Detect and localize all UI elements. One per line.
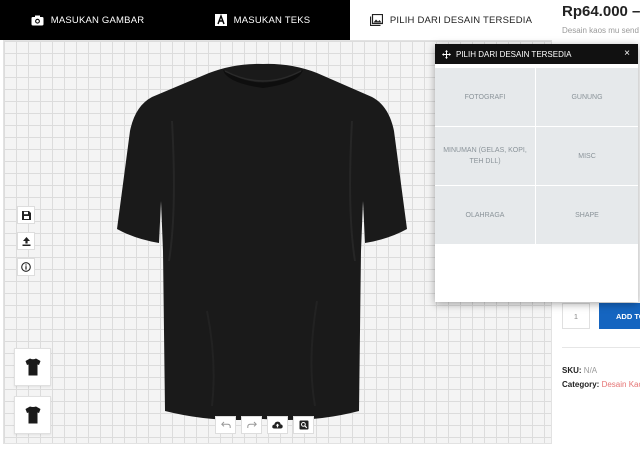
cloud-save-button[interactable] <box>267 416 288 434</box>
category-fotografi[interactable]: FOTOGRAFI <box>435 68 535 126</box>
undo-button[interactable] <box>215 416 236 434</box>
design-picker-popup: PILIH DARI DESAIN TERSEDIA × FOTOGRAFI G… <box>435 44 638 302</box>
tab-pilih-desain[interactable]: PILIH DARI DESAIN TERSEDIA <box>350 0 552 40</box>
designer-tab-bar: MASUKAN GAMBAR MASUKAN TEKS PILIH DARI D… <box>0 0 552 40</box>
category-label: Category: <box>562 380 600 389</box>
design-category-grid: FOTOGRAFI GUNUNG MINUMAN (GELAS, KOPI, T… <box>435 68 638 244</box>
image-gallery-icon <box>369 14 383 26</box>
zoom-icon <box>299 420 309 430</box>
zoom-button[interactable] <box>293 416 314 434</box>
category-misc[interactable]: MISC <box>536 127 638 185</box>
category-gunung[interactable]: GUNUNG <box>536 68 638 126</box>
category-minuman[interactable]: MINUMAN (GELAS, KOPI, TEH DLL) <box>435 127 535 185</box>
info-button[interactable] <box>17 258 35 276</box>
tab-label: MASUKAN GAMBAR <box>50 14 145 26</box>
close-icon[interactable]: × <box>624 48 630 59</box>
tab-masukan-teks[interactable]: MASUKAN TEKS <box>175 0 350 40</box>
category-link[interactable]: Desain Kao <box>602 380 640 389</box>
tshirt-back-icon <box>25 406 40 424</box>
sku-row: SKU: N/A <box>562 366 597 375</box>
tab-masukan-gambar[interactable]: MASUKAN GAMBAR <box>0 0 175 40</box>
camera-icon <box>31 15 44 26</box>
redo-button[interactable] <box>241 416 262 434</box>
tshirt-mockup[interactable] <box>117 61 407 433</box>
redo-icon <box>246 421 257 429</box>
move-icon[interactable] <box>442 49 451 59</box>
product-price: Rp64.000 – <box>562 3 640 20</box>
text-icon <box>214 14 227 26</box>
add-to-cart-button[interactable]: ADD TO <box>599 303 640 329</box>
quantity-input[interactable]: 1 <box>562 303 590 329</box>
tab-label: PILIH DARI DESAIN TERSEDIA <box>389 14 533 26</box>
save-design-button[interactable] <box>17 206 35 224</box>
back-view-thumbnail[interactable] <box>14 396 51 434</box>
undo-icon <box>220 421 231 429</box>
sku-value: N/A <box>583 366 598 375</box>
category-row: Category: Desain Kao <box>562 380 640 389</box>
front-view-thumbnail[interactable] <box>14 348 51 386</box>
tshirt-front-icon <box>25 358 40 376</box>
popup-header: PILIH DARI DESAIN TERSEDIA × <box>435 44 638 64</box>
upload-icon <box>22 236 31 246</box>
info-icon <box>21 262 31 272</box>
sku-label: SKU: <box>562 366 582 375</box>
upload-design-button[interactable] <box>17 232 35 250</box>
cloud-upload-icon <box>272 421 283 429</box>
category-olahraga[interactable]: OLAHRAGA <box>435 186 535 244</box>
popup-title: PILIH DARI DESAIN TERSEDIA <box>456 49 572 59</box>
floppy-icon <box>21 210 31 220</box>
product-designer: MASUKAN GAMBAR MASUKAN TEKS PILIH DARI D… <box>0 0 640 455</box>
product-description: Desain kaos mu send <box>562 26 639 35</box>
divider <box>562 347 640 348</box>
tab-label: MASUKAN TEKS <box>233 14 311 26</box>
category-shape[interactable]: SHAPE <box>536 186 638 244</box>
